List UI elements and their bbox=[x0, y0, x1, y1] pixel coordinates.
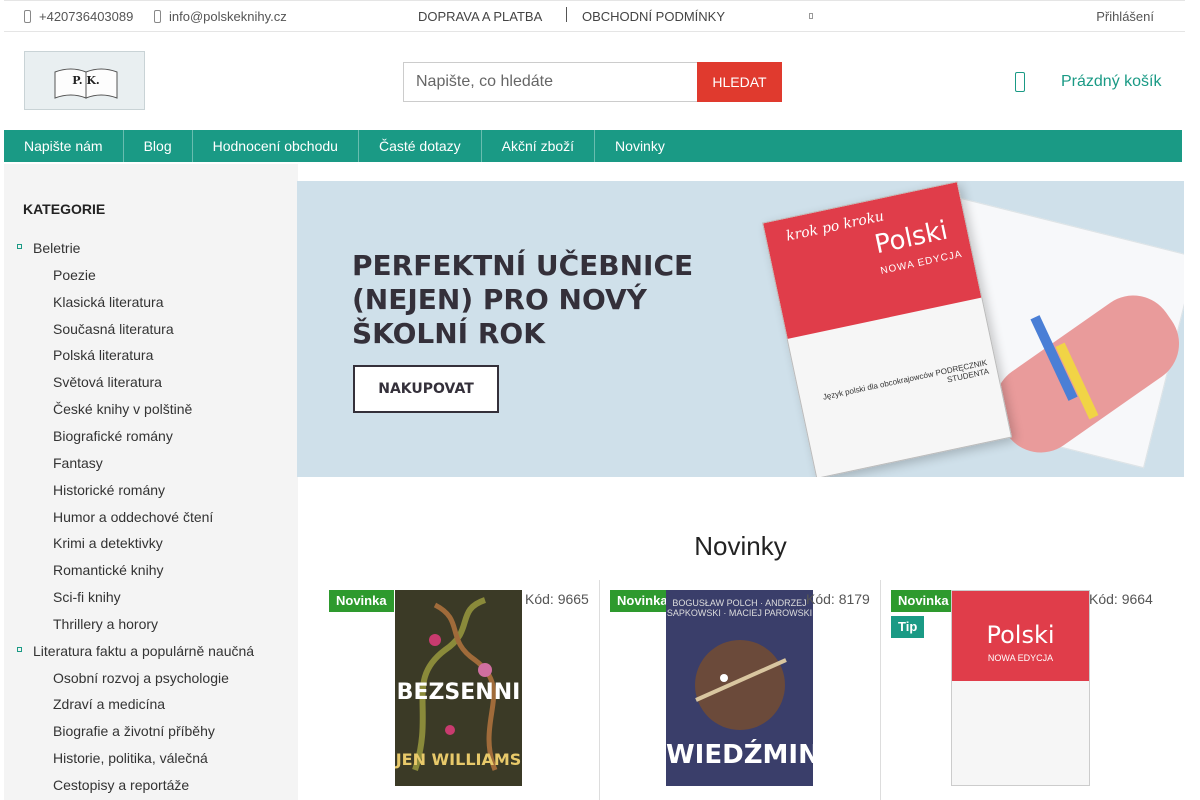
subcategory-item[interactable]: Polská literatura bbox=[53, 347, 153, 363]
search-button[interactable]: HLEDAT bbox=[697, 62, 782, 102]
nav-item-caste-dotazy[interactable]: Časté dotazy bbox=[359, 130, 482, 162]
subcategory-item[interactable]: Světová literatura bbox=[53, 374, 162, 390]
subcategory-item[interactable]: Biografie a životní příběhy bbox=[53, 723, 215, 739]
promo-banner[interactable]: krok po kroku Polski NOWA EDYCJA Język p… bbox=[297, 181, 1184, 477]
nav-item-blog[interactable]: Blog bbox=[124, 130, 193, 162]
badge-tip: Tip bbox=[891, 616, 925, 638]
subcategory-item[interactable]: Historie, politika, válečná bbox=[53, 750, 208, 766]
badge-novinka: Novinka bbox=[329, 590, 394, 612]
product-code: Kód: 8179 bbox=[806, 591, 870, 607]
subcategory-item[interactable]: Sci-fi knihy bbox=[53, 589, 121, 605]
product-cover[interactable]: BOGUSŁAW POLCH · ANDRZEJ SAPKOWSKI · MAC… bbox=[666, 590, 813, 786]
shop-now-button[interactable]: NAKUPOVAT bbox=[353, 365, 499, 413]
more-icon[interactable] bbox=[809, 13, 813, 19]
phone-contact[interactable]: +420736403089 bbox=[24, 9, 133, 24]
site-logo[interactable]: P. K. bbox=[24, 51, 145, 110]
subcategory-item[interactable]: Zdraví a medicína bbox=[53, 696, 165, 712]
nav-item-akcni-zbozi[interactable]: Akční zboží bbox=[482, 130, 596, 162]
subcategory-item[interactable]: Cestopisy a reportáže bbox=[53, 777, 189, 793]
link-obchodni-podminky[interactable]: OBCHODNÍ PODMÍNKY bbox=[582, 9, 725, 24]
subcategory-item[interactable]: Humor a oddechové čtení bbox=[53, 509, 213, 525]
category-item[interactable]: Literatura faktu a populárně naučná bbox=[16, 643, 254, 659]
banner-headline: PERFEKTNÍ UČEBNICE (NEJEN) PRO NOVÝ ŠKOL… bbox=[352, 249, 694, 350]
subcategory-item[interactable]: Historické romány bbox=[53, 482, 165, 498]
subcategory-item[interactable]: Fantasy bbox=[53, 455, 103, 471]
email-icon bbox=[154, 10, 161, 23]
product-cover[interactable]: Polski NOWA EDYCJA bbox=[951, 590, 1090, 786]
book-footer: Język polski dla obcokrajowców PODRĘCZNI… bbox=[822, 358, 990, 402]
nav-item-novinky[interactable]: Novinky bbox=[595, 130, 685, 162]
nav-item-hodnoceni-obchodu[interactable]: Hodnocení obchodu bbox=[193, 130, 359, 162]
login-link[interactable]: Přihlášení bbox=[1096, 9, 1154, 24]
topbar-divider bbox=[566, 7, 567, 22]
badge-novinka: Novinka bbox=[891, 590, 956, 612]
link-doprava-a-platba[interactable]: DOPRAVA A PLATBA bbox=[418, 9, 542, 24]
phone-icon bbox=[24, 10, 31, 23]
cover-author: BOGUSŁAW POLCH · ANDRZEJ SAPKOWSKI · MAC… bbox=[666, 598, 813, 618]
logo-text: P. K. bbox=[72, 74, 100, 87]
cover-title: Polski bbox=[986, 621, 1055, 649]
subcategory-item[interactable]: Krimi a detektivky bbox=[53, 535, 163, 551]
subcategory-item[interactable]: Poezie bbox=[53, 267, 96, 283]
subcategory-item[interactable]: Osobní rozvoj a psychologie bbox=[53, 670, 229, 686]
product-cover[interactable]: BEZSENNI JEN WILLIAMS bbox=[395, 590, 522, 786]
product-code: Kód: 9665 bbox=[525, 591, 589, 607]
product-card[interactable]: Novinka BOGUSŁAW POLCH · ANDRZEJ SAPKOWS… bbox=[599, 580, 879, 800]
search-input[interactable] bbox=[403, 62, 697, 102]
subcategory-item[interactable]: Thrillery a horory bbox=[53, 616, 158, 632]
product-card[interactable]: Novinka Tip Polski NOWA EDYCJA Kód: 9664 bbox=[880, 580, 1170, 800]
search-bar: HLEDAT bbox=[403, 62, 782, 102]
subcategory-item[interactable]: Současná literatura bbox=[53, 321, 174, 337]
cart-label[interactable]: Prázdný košík bbox=[1061, 73, 1161, 91]
category-item[interactable]: Beletrie bbox=[16, 240, 80, 256]
cart-icon[interactable] bbox=[1015, 72, 1025, 92]
cover-title: WIEDŹMIN bbox=[666, 740, 813, 770]
cover-title: BEZSENNI bbox=[396, 680, 521, 705]
subcategory-item[interactable]: Romantické knihy bbox=[53, 562, 164, 578]
top-bar: +420736403089 info@polskeknihy.cz DOPRAV… bbox=[4, 0, 1185, 32]
email-address: info@polskeknihy.cz bbox=[169, 9, 287, 24]
subcategory-item[interactable]: České knihy v polštině bbox=[53, 401, 192, 417]
product-card[interactable]: Novinka BEZSENNI JEN WILLIAMS Kód: 9665 bbox=[319, 580, 598, 800]
section-title-novinky: Novinky bbox=[694, 531, 787, 561]
email-contact[interactable]: info@polskeknihy.cz bbox=[154, 9, 287, 24]
product-code: Kód: 9664 bbox=[1089, 591, 1153, 607]
open-book-icon: P. K. bbox=[54, 68, 118, 99]
main-nav: Napište nám Blog Hodnocení obchodu Časté… bbox=[4, 130, 1182, 162]
sidebar-title: KATEGORIE bbox=[23, 201, 106, 217]
cover-subtitle: NOWA EDYCJA bbox=[987, 653, 1054, 663]
phone-number: +420736403089 bbox=[39, 9, 134, 24]
nav-item-napiste-nam[interactable]: Napište nám bbox=[4, 130, 124, 162]
category-sidebar: KATEGORIE Beletrie Poezie Klasická literat… bbox=[4, 164, 298, 800]
badge-novinka: Novinka bbox=[610, 590, 675, 612]
subcategory-item[interactable]: Biografické romány bbox=[53, 428, 173, 444]
cover-author: JEN WILLIAMS bbox=[395, 750, 522, 769]
subcategory-item[interactable]: Klasická literatura bbox=[53, 294, 164, 310]
